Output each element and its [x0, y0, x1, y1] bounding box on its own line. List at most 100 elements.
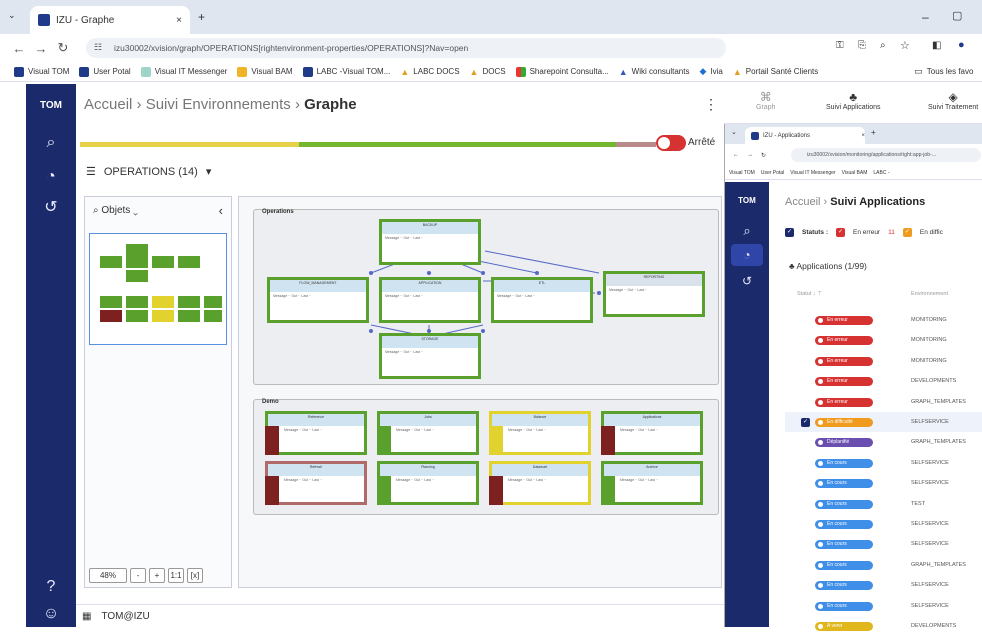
search-icon[interactable]: ⌕: [736, 220, 758, 242]
table-row[interactable]: En cours SELFSERVICE: [785, 514, 982, 534]
graph-node[interactable]: REPORTING Message ·· Out ·· Last ··: [603, 271, 705, 317]
forward-icon[interactable]: →: [747, 152, 761, 158]
bookmark-visual-it-messenger[interactable]: Visual IT Messenger: [140, 66, 227, 77]
maximize-button[interactable]: ▢: [952, 9, 962, 22]
table-row[interactable]: En cours GRAPH_TEMPLATES: [785, 555, 982, 575]
bookmark-user-potal[interactable]: User Potal: [79, 66, 131, 77]
bookmark-all-favorites[interactable]: ▭ Tous les favo: [914, 66, 973, 77]
table-row[interactable]: En cours SELFSERVICE: [785, 473, 982, 493]
graph-node[interactable]: STORAGE Message ·· Out ·· Last ··: [379, 333, 481, 379]
bookmark-visual-tom[interactable]: Visual TOM: [729, 170, 755, 176]
bookmark-portail-sante[interactable]: ▲ Portail Santé Clients: [733, 67, 818, 77]
table-row[interactable]: En cours SELFSERVICE: [785, 575, 982, 595]
graph-node[interactable]: Applications Message ·· Out ·· Last ··: [601, 411, 703, 455]
dashboard-icon[interactable]: ◔: [40, 166, 62, 188]
secondary-url-field[interactable]: izu30002/xvision/monitoring/applications…: [791, 148, 981, 162]
new-tab-button[interactable]: +: [198, 10, 205, 24]
back-icon[interactable]: ←: [733, 152, 747, 158]
graph-node[interactable]: Datamart Message ·· Out ·· Last ··: [489, 461, 591, 505]
graph-node[interactable]: FLOW_MANAGEMENT Message ·· Out ·· Last ··: [267, 277, 369, 323]
bookmark-visual-bam[interactable]: Visual BAM: [842, 170, 868, 176]
stop-toggle[interactable]: [656, 135, 686, 151]
new-tab-button[interactable]: +: [871, 128, 876, 137]
operations-selector[interactable]: ☰ OPERATIONS (14) ▾: [86, 165, 211, 179]
bookmark-wiki[interactable]: ▲ Wiki consultants: [619, 67, 690, 77]
table-row[interactable]: En cours SELFSERVICE: [785, 596, 982, 616]
graph-node[interactable]: Reference Message ·· Out ·· Last ··: [265, 411, 367, 455]
table-row[interactable]: En cours SELFSERVICE: [785, 453, 982, 473]
zoom-out-button[interactable]: -: [130, 567, 146, 583]
bookmark-visual-bam[interactable]: Visual BAM: [237, 66, 293, 77]
minimize-button[interactable]: –: [922, 10, 929, 24]
checkbox-all[interactable]: ✓: [785, 228, 794, 237]
tab-close-icon[interactable]: ×: [861, 133, 865, 139]
history-icon[interactable]: ↺: [40, 197, 62, 219]
table-row[interactable]: En cours SELFSERVICE: [785, 534, 982, 554]
graph-canvas[interactable]: Operations BACKUP Message ·· Out ·· Last …: [238, 196, 722, 588]
back-icon[interactable]: ←: [8, 41, 30, 56]
translate-icon[interactable]: ⎘: [858, 40, 866, 51]
reload-icon[interactable]: ↻: [761, 152, 775, 159]
bookmark-labc[interactable]: LABC -: [873, 170, 889, 176]
reload-icon[interactable]: ↻: [52, 40, 74, 56]
user-icon[interactable]: ☺: [40, 603, 62, 625]
bookmark-visual-tom[interactable]: Visual TOM: [14, 66, 69, 77]
tab-menu-icon[interactable]: ⌄: [8, 10, 16, 21]
history-icon[interactable]: ↺: [736, 270, 758, 292]
bookmark-ivia[interactable]: ◆ Ivia: [699, 66, 722, 77]
sidebar-toggle-icon[interactable]: ◧: [932, 40, 941, 51]
zoom-in-button[interactable]: +: [149, 567, 165, 583]
graph-node[interactable]: APPLICATION Message ·· Out ·· Last ··: [379, 277, 481, 323]
breadcrumb-home[interactable]: Accueil: [84, 96, 132, 113]
table-row[interactable]: En cours TEST: [785, 494, 982, 514]
breadcrumb-home[interactable]: Accueil: [785, 196, 820, 208]
bookmark-sharepoint[interactable]: Sharepoint Consulta...: [515, 66, 609, 77]
collapse-panel-icon[interactable]: ‹: [219, 203, 223, 218]
key-icon[interactable]: ⚿: [836, 40, 844, 51]
objects-search[interactable]: ⌕ Objets ⌄: [93, 205, 138, 216]
bookmark-labc-visual-tom[interactable]: LABC -Visual TOM...: [302, 66, 390, 77]
table-row[interactable]: En erreur MONITORING: [785, 351, 982, 371]
checkbox-difficulty[interactable]: ✓: [902, 228, 912, 237]
search-icon[interactable]: ⌕: [40, 132, 62, 154]
tab-menu-icon[interactable]: ⌄: [731, 128, 737, 136]
table-row[interactable]: ✓ En difficulté SELFSERVICE: [785, 412, 982, 432]
table-row[interactable]: En erreur MONITORING: [785, 330, 982, 350]
graph-node[interactable]: Jobs Message ·· Out ·· Last ··: [377, 411, 479, 455]
graph-node[interactable]: BACKUP Message ·· Out ·· Last ··: [379, 219, 481, 265]
tab-close-icon[interactable]: ×: [176, 15, 182, 26]
bookmark-user-potal[interactable]: User Potal: [761, 170, 784, 176]
graph-node[interactable]: Planning Message ·· Out ·· Last ··: [377, 461, 479, 505]
suivi-traitement-button[interactable]: ◈ Suivi Traitement: [928, 90, 978, 111]
forward-icon[interactable]: →: [30, 41, 52, 56]
star-icon[interactable]: ☆: [900, 39, 910, 52]
bookmark-labc-docs[interactable]: ▲ LABC DOCS: [400, 67, 459, 77]
more-options-icon[interactable]: ⋮: [704, 96, 718, 113]
zoom-fit-button[interactable]: [x]: [187, 567, 203, 583]
table-row[interactable]: En erreur GRAPH_TEMPLATES: [785, 392, 982, 412]
row-checkbox[interactable]: ✓: [801, 418, 810, 427]
table-row[interactable]: En erreur DEVELOPMENTS: [785, 371, 982, 391]
col-environment[interactable]: Environnement: [911, 291, 948, 297]
zoom-icon[interactable]: ⌕: [880, 40, 886, 51]
secondary-browser-tab[interactable]: IZU - Applications ×: [745, 127, 865, 144]
site-info-icon[interactable]: ☷: [94, 42, 102, 53]
table-row[interactable]: Déplanifié GRAPH_TEMPLATES: [785, 432, 982, 452]
col-status[interactable]: Statut ↓ ⊤: [797, 291, 822, 297]
graph-node[interactable]: ETL Message ·· Out ·· Last ··: [491, 277, 593, 323]
table-row[interactable]: A venir DEVELOPMENTS: [785, 616, 982, 636]
breadcrumb-environments[interactable]: Suivi Environnements: [146, 96, 291, 113]
graph-minimap[interactable]: [89, 233, 227, 345]
suivi-applications-button[interactable]: ♣ Suivi Applications: [826, 90, 880, 111]
zoom-level[interactable]: 48%: [89, 567, 127, 583]
graph-node[interactable]: Refresh Message ·· Out ·· Last ··: [265, 461, 367, 505]
help-icon[interactable]: ?: [40, 576, 62, 598]
checkbox-error[interactable]: ✓: [836, 228, 845, 237]
browser-tab[interactable]: IZU - Graphe ×: [30, 6, 190, 34]
graph-app-button[interactable]: ⌘ Graph: [756, 90, 775, 111]
bookmark-visual-it-messenger[interactable]: Visual IT Messenger: [790, 170, 835, 176]
graph-node[interactable]: Archive Message ·· Out ·· Last ··: [601, 461, 703, 505]
dashboard-icon[interactable]: ◔: [731, 244, 763, 266]
table-row[interactable]: En erreur MONITORING: [785, 310, 982, 330]
bookmark-docs[interactable]: ▲ DOCS: [470, 67, 506, 77]
